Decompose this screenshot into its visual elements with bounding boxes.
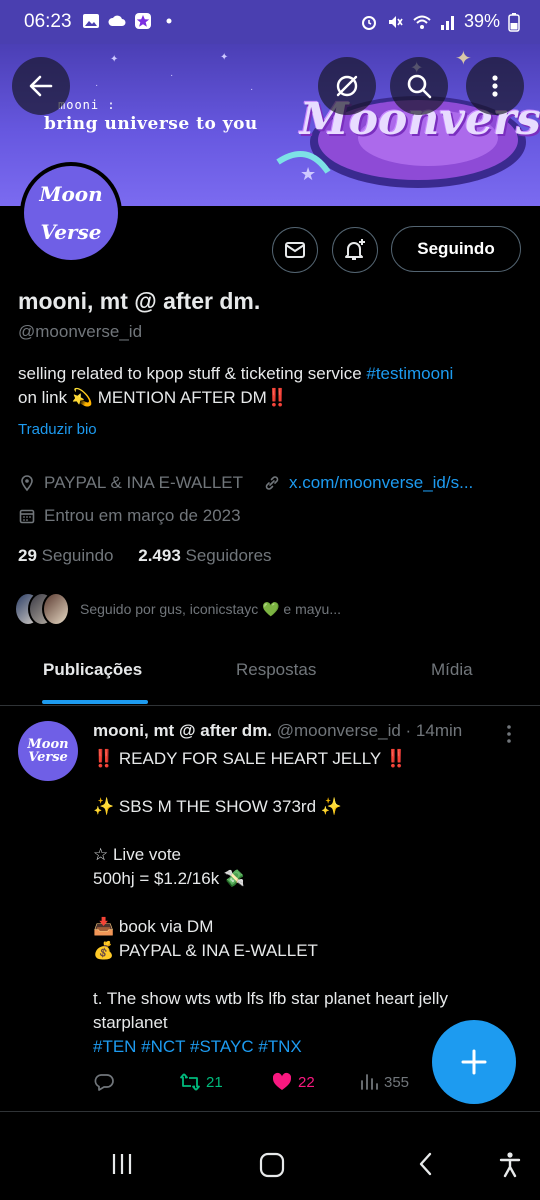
location-text: PAYPAL & INA E-WALLET	[44, 473, 244, 492]
accessibility-icon[interactable]	[496, 1150, 524, 1178]
joined-text: Entrou em março de 2023	[44, 506, 241, 525]
signal-icon	[440, 15, 454, 30]
retweet-icon	[180, 1073, 200, 1091]
arrow-left-icon	[29, 75, 53, 97]
mail-icon	[285, 242, 305, 258]
mute-icon	[388, 15, 403, 28]
search-icon	[407, 74, 432, 99]
status-bar: 06:23 39%	[0, 0, 540, 44]
home-icon[interactable]	[257, 1150, 287, 1180]
link-icon	[265, 476, 279, 490]
profile-meta: PAYPAL & INA E-WALLET x.com/moonverse_id…	[18, 473, 473, 493]
post-line: ‼️ READY FOR SALE HEART JELLY ‼️	[93, 749, 407, 768]
post-line: 500hj = $1.2/16k 💸	[93, 869, 246, 888]
plus-icon	[461, 1049, 487, 1075]
followers-label: Seguidores	[185, 546, 272, 565]
gallery-icon	[83, 14, 99, 28]
post-line	[93, 891, 513, 915]
battery-percent: 39%	[463, 11, 500, 31]
post-line: ☆ Live vote	[93, 845, 182, 864]
back-nav-icon[interactable]	[412, 1150, 440, 1178]
views-count: 355	[384, 1073, 410, 1091]
followed-by-row[interactable]: Seguido por gus, iconicstayc 💚 e mayu...	[14, 592, 341, 626]
following-label: Seguindo	[41, 546, 114, 565]
recent-apps-icon[interactable]	[108, 1150, 136, 1178]
profile-name: mooni, mt @ after dm.	[18, 288, 261, 314]
bio-line2: on link 💫 MENTION AFTER DM‼️	[18, 388, 288, 407]
bio-hashtag[interactable]: #testimooni	[366, 364, 453, 383]
profile-handle: @moonverse_id	[18, 322, 143, 341]
post-handle: @moonverse_id	[276, 721, 401, 740]
profile-tabs: Publicações Respostas Mídia	[0, 642, 540, 706]
post-avatar-text-2: Verse	[28, 750, 68, 765]
notify-button[interactable]	[332, 227, 378, 273]
battery-icon	[508, 12, 520, 32]
follower-avatars	[14, 592, 70, 626]
active-tab-indicator	[42, 700, 148, 704]
followed-by-text: Seguido por gus, iconicstayc 💚 e mayu...	[80, 600, 342, 617]
cloud-icon	[108, 15, 126, 26]
post-avatar[interactable]: Moon Verse	[18, 721, 78, 781]
post-author[interactable]: mooni, mt @ after dm.	[93, 721, 272, 740]
reply-button[interactable]	[93, 1071, 179, 1093]
avatar-text-1: Moon	[39, 181, 103, 206]
grok-icon	[336, 75, 358, 97]
post-more-button[interactable]	[500, 723, 518, 750]
followers-count: 2.493	[138, 546, 181, 565]
joined-row: Entrou em março de 2023	[18, 506, 241, 526]
like-count: 22	[298, 1073, 315, 1091]
banner-tagline: bring universe to you	[44, 114, 258, 134]
status-time: 06:23	[24, 11, 72, 32]
location-icon	[21, 475, 33, 492]
post-line	[93, 963, 513, 987]
translate-bio-link[interactable]: Traduzir bio	[18, 421, 97, 438]
post-header: mooni, mt @ after dm. @moonverse_id · 14…	[93, 721, 462, 741]
banner-tagline-top: mooni :	[58, 98, 116, 112]
following-button[interactable]: Seguindo	[391, 226, 521, 272]
post-text: ‼️ READY FOR SALE HEART JELLY ‼️ ✨ SBS M…	[93, 747, 513, 1059]
post-line: 💰 PAYPAL & INA E-WALLET	[93, 941, 318, 960]
website-link[interactable]: x.com/moonverse_id/s...	[289, 473, 473, 493]
system-nav-bar	[0, 1130, 540, 1200]
back-button[interactable]	[12, 57, 70, 115]
more-button[interactable]	[466, 57, 524, 115]
grok-button[interactable]	[318, 57, 376, 115]
message-button[interactable]	[272, 227, 318, 273]
search-button[interactable]	[390, 57, 448, 115]
like-button[interactable]: 22	[271, 1071, 359, 1093]
post-time: · 14min	[405, 721, 463, 740]
follow-counts: 29 Seguindo 2.493 Seguidores	[18, 546, 272, 566]
post-line: 📥 book via DM	[93, 917, 214, 936]
retweet-count: 21	[206, 1073, 223, 1091]
heart-filled-icon	[272, 1072, 292, 1090]
post-line: ✨ SBS M THE SHOW 373rd ✨	[93, 797, 342, 816]
following-count: 29	[18, 546, 37, 565]
retweet-button[interactable]: 21	[179, 1071, 271, 1093]
post-line	[93, 819, 513, 843]
follower-avatar	[42, 592, 70, 626]
post-line	[93, 771, 513, 795]
app-icon	[135, 13, 151, 29]
dot-icon	[166, 18, 172, 24]
reply-icon	[94, 1074, 114, 1091]
tab-respostas[interactable]: Respostas	[236, 660, 316, 680]
profile-bio: selling related to kpop stuff & ticketin…	[18, 362, 518, 410]
more-vertical-icon	[492, 75, 498, 97]
views-icon	[361, 1074, 378, 1090]
followers-link[interactable]: 2.493 Seguidores	[138, 546, 271, 565]
alarm-icon	[361, 15, 376, 30]
tab-midia[interactable]: Mídia	[431, 660, 473, 680]
calendar-icon	[19, 509, 35, 524]
following-link[interactable]: 29 Seguindo	[18, 546, 114, 565]
more-vertical-icon	[507, 725, 511, 743]
compose-button[interactable]	[432, 1020, 516, 1104]
wifi-icon	[413, 15, 431, 29]
tab-publicacoes[interactable]: Publicações	[43, 660, 142, 680]
bio-text: selling related to kpop stuff & ticketin…	[18, 364, 367, 383]
avatar-text-2: Verse	[40, 219, 102, 244]
profile-avatar[interactable]: Moon Verse	[20, 162, 122, 264]
bell-plus-icon	[345, 239, 365, 260]
